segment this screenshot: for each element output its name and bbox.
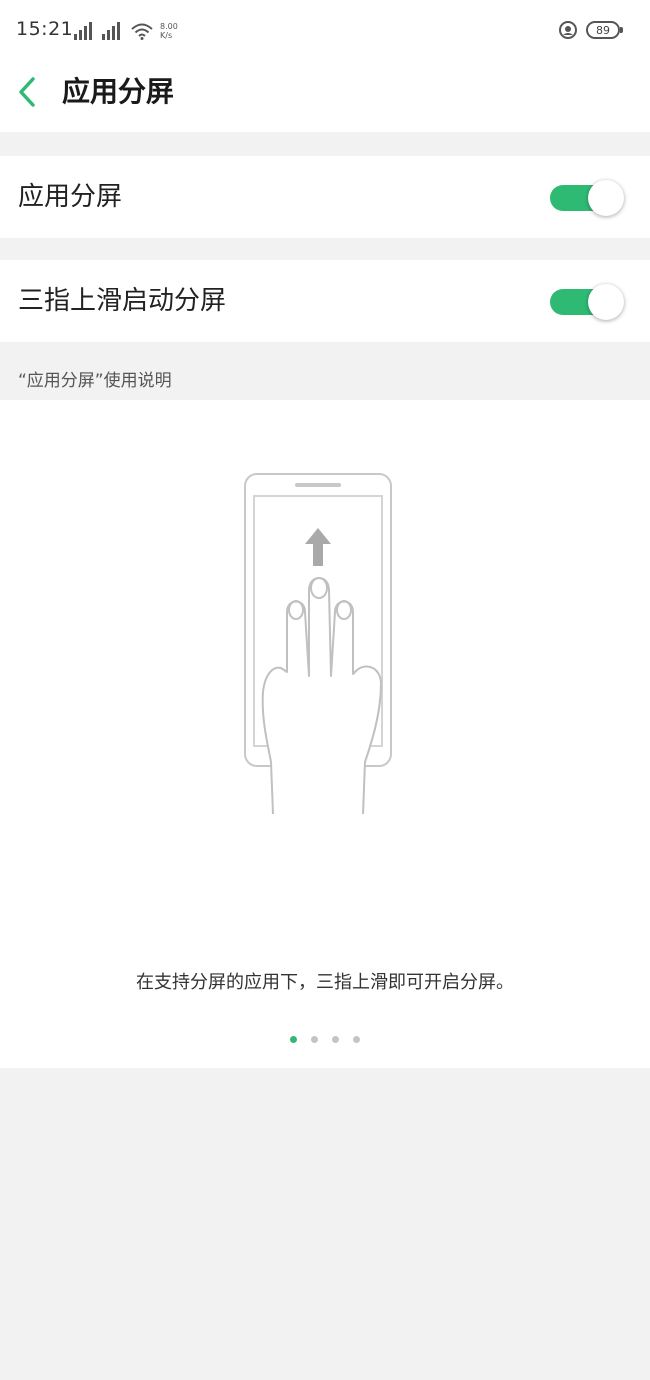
status-bar: 15:21 8.00 K/s 89 bbox=[0, 0, 650, 62]
status-icons-right: 89 bbox=[558, 20, 623, 40]
setting-row-split-screen[interactable]: 应用分屏 bbox=[0, 156, 650, 238]
page-title: 应用分屏 bbox=[62, 75, 175, 108]
chevron-left-icon bbox=[19, 77, 35, 107]
section-divider bbox=[0, 238, 650, 260]
guide-section-header: “应用分屏”使用说明 bbox=[0, 342, 650, 400]
header: 应用分屏 bbox=[0, 62, 650, 132]
status-time: 15:21 bbox=[16, 18, 74, 40]
alarm-icon bbox=[559, 21, 577, 39]
guide-pager bbox=[0, 1036, 650, 1043]
pager-dot-active[interactable] bbox=[290, 1036, 297, 1043]
cellular-signal-icon bbox=[74, 22, 92, 40]
toggle-thumb bbox=[588, 180, 624, 216]
status-icons-left: 8.00 K/s bbox=[74, 18, 180, 40]
battery-level: 89 bbox=[596, 23, 610, 37]
pager-dot[interactable] bbox=[353, 1036, 360, 1043]
setting-label-three-finger-swipe: 三指上滑启动分屏 bbox=[18, 286, 227, 316]
section-divider bbox=[0, 132, 650, 156]
guide-caption: 在支持分屏的应用下，三指上滑即可开启分屏。 bbox=[136, 972, 514, 993]
wifi-icon bbox=[131, 23, 153, 40]
pager-dot[interactable] bbox=[311, 1036, 318, 1043]
split-screen-toggle[interactable] bbox=[550, 180, 624, 216]
cellular-signal-2-icon bbox=[102, 22, 120, 40]
setting-label-split-screen: 应用分屏 bbox=[18, 182, 123, 212]
setting-row-three-finger-swipe[interactable]: 三指上滑启动分屏 bbox=[0, 260, 650, 342]
pager-dot[interactable] bbox=[332, 1036, 339, 1043]
three-finger-swipe-up-icon bbox=[244, 473, 392, 815]
battery-icon: 89 bbox=[586, 21, 623, 39]
network-speed: 8.00 K/s bbox=[160, 22, 178, 40]
back-button[interactable] bbox=[10, 72, 44, 112]
three-finger-swipe-toggle[interactable] bbox=[550, 284, 624, 320]
bottom-empty-area bbox=[0, 1068, 650, 1380]
guide-section-title: “应用分屏”使用说明 bbox=[18, 371, 172, 391]
toggle-thumb bbox=[588, 284, 624, 320]
